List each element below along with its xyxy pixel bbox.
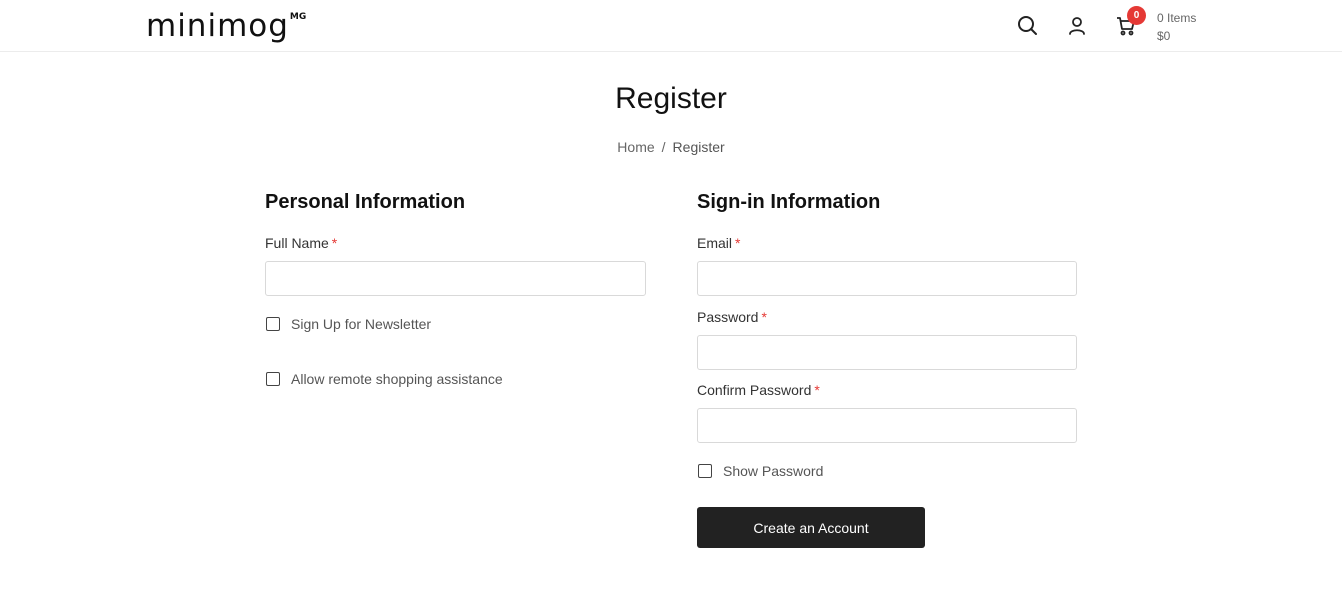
assistance-label: Allow remote shopping assistance xyxy=(291,371,503,387)
show-password-checkbox-row[interactable]: Show Password xyxy=(698,463,823,479)
cart-total: $0 xyxy=(1157,29,1171,43)
personal-info-title: Personal Information xyxy=(265,191,466,213)
breadcrumb-current: Register xyxy=(672,139,725,155)
cart-count-badge: 0 xyxy=(1127,6,1146,25)
breadcrumb-separator: / xyxy=(661,139,666,155)
newsletter-checkbox-row[interactable]: Sign Up for Newsletter xyxy=(266,316,431,332)
email-input[interactable] xyxy=(697,261,1077,296)
email-label: Email * xyxy=(697,235,740,251)
breadcrumb-home[interactable]: Home xyxy=(617,139,654,155)
assistance-checkbox[interactable] xyxy=(266,372,280,386)
password-label-text: Password xyxy=(697,309,759,325)
password-input[interactable] xyxy=(697,335,1077,370)
signin-info-title: Sign-in Information xyxy=(697,191,881,213)
newsletter-checkbox[interactable] xyxy=(266,317,280,331)
site-header: minimogMG 0 0 Items $0 xyxy=(0,0,1342,52)
user-icon[interactable] xyxy=(1065,14,1089,38)
create-account-button[interactable]: Create an Account xyxy=(697,507,925,548)
required-mark: * xyxy=(735,235,741,251)
show-password-label: Show Password xyxy=(723,463,824,479)
show-password-checkbox[interactable] xyxy=(698,464,712,478)
breadcrumb: Home / Register xyxy=(0,139,1342,155)
logo-text: minimog xyxy=(146,8,289,44)
full-name-label: Full Name * xyxy=(265,235,337,251)
password-label: Password * xyxy=(697,309,767,325)
logo[interactable]: minimogMG xyxy=(146,6,307,46)
confirm-password-input[interactable] xyxy=(697,408,1077,443)
full-name-input[interactable] xyxy=(265,261,646,296)
confirm-password-label: Confirm Password * xyxy=(697,382,820,398)
cart-items: 0 Items xyxy=(1157,11,1197,25)
required-mark: * xyxy=(331,235,338,251)
assistance-checkbox-row[interactable]: Allow remote shopping assistance xyxy=(266,371,503,387)
confirm-password-label-text: Confirm Password xyxy=(697,382,812,398)
cart-summary[interactable]: 0 Items $0 xyxy=(1157,9,1196,45)
email-label-text: Email xyxy=(697,235,733,251)
page-title: Register xyxy=(615,82,727,115)
newsletter-label: Sign Up for Newsletter xyxy=(291,316,432,332)
required-mark: * xyxy=(761,309,767,325)
search-icon[interactable] xyxy=(1016,14,1040,38)
logo-superscript: MG xyxy=(289,12,307,22)
required-mark: * xyxy=(814,382,820,398)
full-name-label-text: Full Name xyxy=(265,235,329,251)
